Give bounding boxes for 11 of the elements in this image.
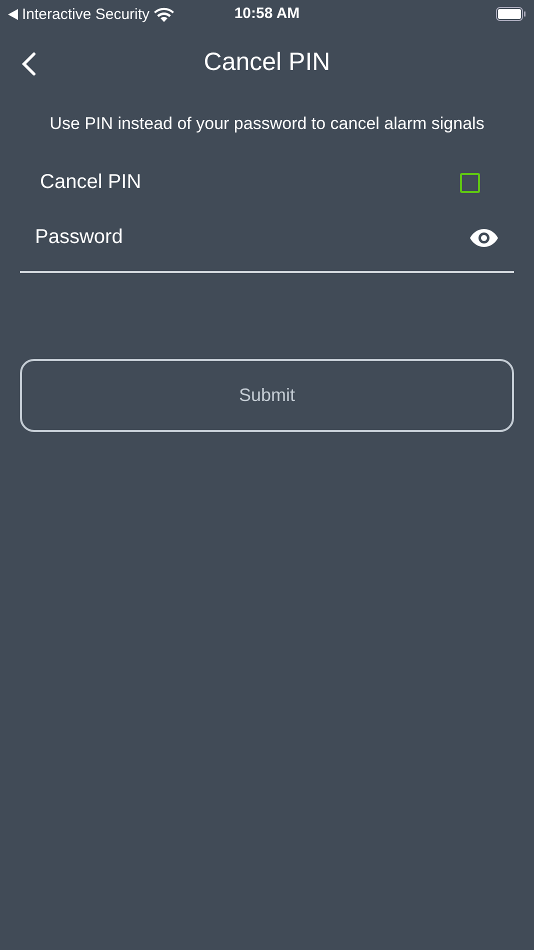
- cancel-pin-label: Cancel PIN: [40, 171, 142, 194]
- password-field[interactable]: Password: [35, 226, 470, 249]
- back-arrow-icon[interactable]: [8, 8, 18, 20]
- description-text: Use PIN instead of your password to cancel alarm signals: [48, 114, 486, 134]
- clock-time: 10:58 AM: [234, 5, 300, 22]
- back-app-link[interactable]: Interactive Security: [22, 6, 150, 22]
- wifi-icon: [154, 6, 174, 22]
- battery-icon: [496, 7, 526, 21]
- eye-icon[interactable]: [470, 228, 498, 246]
- cancel-pin-checkbox[interactable]: [460, 172, 480, 192]
- page-title: Cancel PIN: [204, 48, 330, 76]
